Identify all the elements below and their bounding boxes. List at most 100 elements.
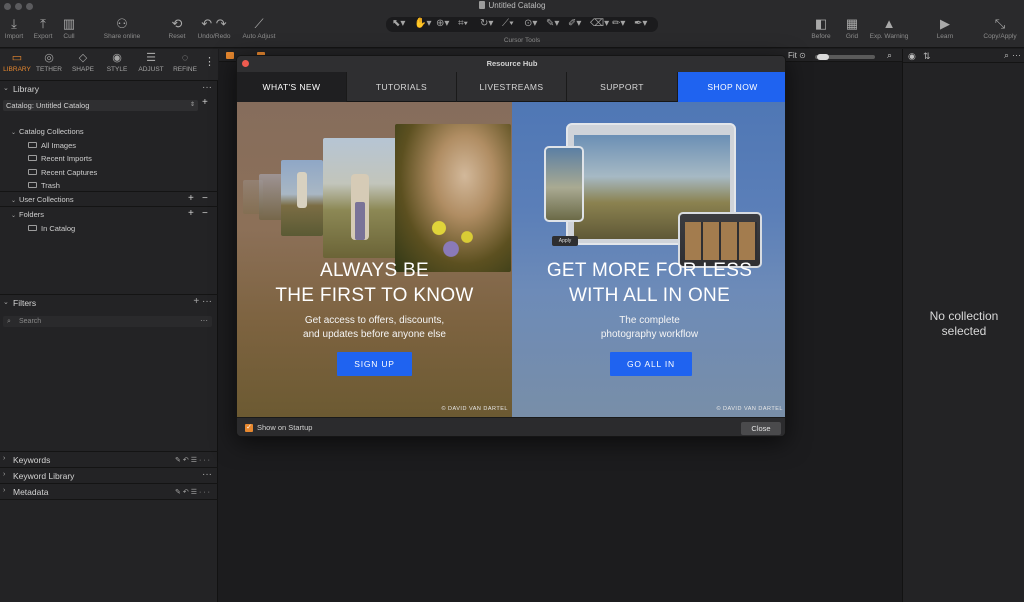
more-tabs-icon[interactable]: ⋮ [204,55,215,68]
select-tool-icon[interactable]: ⬉▾ [392,18,405,29]
go-all-in-button[interactable]: GO ALL IN [610,352,692,376]
empty-state-line-1: No collection [929,309,999,323]
tab-library-label: LIBRARY [3,66,31,73]
metadata-heading: Metadata [13,487,49,497]
grid-button[interactable]: ▦ Grid [842,15,862,40]
eye-icon[interactable]: ◉ [908,51,916,62]
remove-folder-button[interactable]: − [202,208,208,219]
cull-button[interactable]: ▥ Cull [60,15,78,40]
chevron-down-icon: ⌄ [11,198,17,204]
close-button[interactable]: Close [741,422,781,435]
collection-item-recent-captures[interactable]: Recent Captures [28,168,97,177]
rotate-tool-icon[interactable]: ↻▾ [480,18,493,29]
photo-credit: © DAVID VAN DARTEL [441,406,508,412]
tool-tabs: ▭ LIBRARY ◎ TETHER ◇ SHAPE ◉ STYLE ☰ ADJUST ◌… [0,49,218,81]
collection-item-trash[interactable]: Trash [28,181,60,190]
collection-item-label: Recent Captures [41,168,98,177]
copy-apply-button[interactable]: ⤡ Copy/Apply [980,15,1020,40]
catalog-collections-row[interactable]: ⌄ Catalog Collections [11,127,84,136]
add-folder-button[interactable]: + [188,208,194,219]
catalog-icon [28,225,37,231]
phone-mockup [544,146,584,222]
add-catalog-button[interactable]: + [202,97,208,108]
annotate-tool-icon[interactable]: ✒▾ [634,18,647,29]
tab-style[interactable]: ◉ STYLE [100,51,134,73]
tab-refine[interactable]: ◌ REFINE [168,51,202,73]
filter-search-input[interactable]: ⌕ Search ··· [3,316,212,327]
left-subtext-1: Get access to offers, discounts, [304,315,445,326]
sort-icon[interactable]: ⇅ [923,51,931,62]
tab-tether[interactable]: ◎ TETHER [32,51,66,73]
updown-icon: ⇕ [189,102,195,108]
sliders-icon: ☰ [146,52,156,64]
import-button[interactable]: ⤓ Import [3,15,25,40]
pan-tool-icon[interactable]: ✋▾ [414,18,431,29]
magic-wand-icon: ⟋ [254,16,264,31]
crop-tool-icon[interactable]: ⌗▾ [458,18,468,29]
empty-state-line-2: selected [941,324,987,338]
folders-row[interactable]: ⌄ Folders [11,210,44,219]
tab-whats-new[interactable]: WHAT'S NEW [237,72,347,102]
brush-tool-icon[interactable]: ✐▾ [568,18,581,29]
collection-item-all-images[interactable]: All Images [28,141,76,150]
tab-adjust-label: ADJUST [138,66,164,73]
dialog-close-dot[interactable] [242,60,249,67]
tab-livestreams[interactable]: LIVESTREAMS [457,72,567,102]
tab-support[interactable]: SUPPORT [567,72,678,102]
auto-adjust-label: Auto Adjust [242,33,276,40]
loupe-tool-icon[interactable]: ⊕▾ [436,18,449,29]
person-figure [355,202,365,240]
exposure-warning-button[interactable]: ▲ Exp. Warning [866,15,912,40]
filters-section-header[interactable]: ⌄ Filters + ··· [0,296,218,311]
keywords-section-header[interactable]: › Keywords ✎↶☰··· [0,453,218,468]
tab-shape[interactable]: ◇ SHAPE [66,51,100,73]
more-options-icon[interactable]: ··· [202,82,212,93]
catalog-select[interactable]: Catalog: Untitled Catalog ⇕ [3,100,198,111]
viewer-search-icon[interactable]: ⌕ [887,50,892,61]
share-online-button[interactable]: ⚇ Share online [100,15,144,40]
divider [0,294,218,295]
more-options-icon[interactable]: + ··· [193,296,212,307]
undo-redo-button[interactable]: ↶ ↷ Undo/Redo [194,15,234,40]
section-tools-icon[interactable]: ✎↶☰··· [175,488,212,496]
tab-tutorials[interactable]: TUTORIALS [347,72,457,102]
auto-adjust-button[interactable]: ⟋ Auto Adjust [238,15,280,40]
sign-up-button[interactable]: SIGN UP [337,352,412,376]
keyword-library-section-header[interactable]: › Keyword Library ··· [0,469,218,484]
zoom-slider-knob[interactable] [817,54,829,60]
remove-user-collection-button[interactable]: − [202,193,208,204]
search-icon[interactable]: ⌕ [1004,50,1009,61]
erase-tool-icon[interactable]: ⌫▾ [590,18,609,29]
import-icon: ⤓ [11,16,17,31]
tab-library[interactable]: ▭ LIBRARY [0,51,34,73]
add-user-collection-button[interactable]: + [188,193,194,204]
tab-adjust[interactable]: ☰ ADJUST [134,51,168,73]
zoom-icon[interactable]: ⊙ [799,51,806,60]
export-button[interactable]: ⤒ Export [31,15,55,40]
learn-button[interactable]: ▶ Learn [932,15,958,40]
chevron-down-icon: ⌄ [3,299,9,306]
photo-credit: © DAVID VAN DARTEL [716,406,783,412]
reset-button[interactable]: ⟲ Reset [166,15,188,40]
before-button[interactable]: ◧ Before [808,15,834,40]
cursor-tools-label: Cursor Tools [503,37,541,44]
folder-item-in-catalog[interactable]: In Catalog [28,224,75,233]
keystone-tool-icon[interactable]: ⟋▾ [502,18,514,29]
zoom-slider[interactable] [815,54,875,60]
section-tools-icon[interactable]: ✎↶☰··· [175,456,212,464]
user-collections-row[interactable]: ⌄ User Collections [11,195,74,204]
copy-apply-label: Copy/Apply [983,33,1017,40]
picker-tool-icon[interactable]: ✎▾ [546,18,559,29]
metadata-section-header[interactable]: › Metadata ✎↶☰··· [0,485,218,500]
tab-shop-now[interactable]: SHOP NOW [678,72,785,102]
more-options-icon[interactable]: ··· [202,469,212,480]
gradient-tool-icon[interactable]: ✏▾ [612,18,625,29]
spot-tool-icon[interactable]: ⊙▾ [524,18,537,29]
more-options-icon[interactable]: ··· [200,315,208,326]
show-on-startup-checkbox[interactable]: ✓ [245,424,253,432]
library-section-header[interactable]: ⌄ Library ··· [0,82,218,97]
more-options-icon[interactable]: ··· [1012,50,1021,60]
cursor-tools-group: ⬉▾ ✋▾ ⊕▾ ⌗▾ ↻▾ ⟋▾ ⊙▾ ✎▾ ✐▾ ⌫▾ ✏▾ ✒▾ [386,17,658,32]
browser-view-icon[interactable] [226,52,234,59]
collection-item-recent-imports[interactable]: Recent Imports [28,154,92,163]
